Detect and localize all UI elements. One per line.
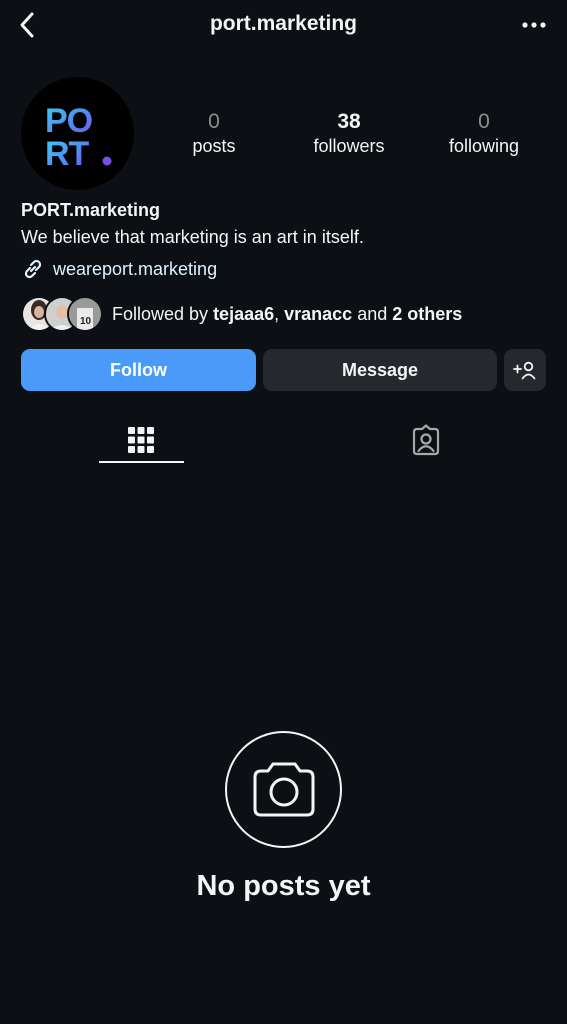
followers-count: 38 <box>337 110 361 133</box>
display-name: PORT.marketing <box>21 200 161 220</box>
svg-text:10: 10 <box>80 316 92 327</box>
mutual-follower-2: vranacc <box>284 303 353 324</box>
tagged-user-icon <box>412 424 440 456</box>
website-link[interactable]: weareport.marketing <box>21 256 217 282</box>
add-user-icon <box>513 361 536 380</box>
follow-button[interactable]: Follow <box>21 349 256 391</box>
svg-text:RT: RT <box>45 135 90 173</box>
website-link-text: weareport.marketing <box>53 258 218 279</box>
port-logo: PO RT <box>45 102 112 173</box>
tab-tagged[interactable] <box>384 420 468 460</box>
empty-state-camera <box>225 731 342 848</box>
mutual-others: 2 others <box>392 303 463 324</box>
suggested-users-button[interactable] <box>504 349 546 391</box>
profile-avatar[interactable]: PO RT <box>21 77 134 190</box>
followed-by-text: Followed by tejaaa6, vranacc and 2 other… <box>112 303 463 324</box>
profile-username-title: port.marketing <box>209 12 358 35</box>
top-bar: port.marketing <box>0 0 567 50</box>
mutual-follower-1: tejaaa6 <box>213 303 275 324</box>
link-icon <box>24 259 42 279</box>
active-tab-indicator <box>99 461 184 463</box>
posts-label: posts <box>192 136 236 156</box>
posts-count: 0 <box>208 110 220 133</box>
stat-followers[interactable]: 38 followers <box>294 110 404 158</box>
grid-icon <box>128 427 154 453</box>
followers-label: followers <box>313 136 385 156</box>
more-horizontal-icon <box>522 22 546 28</box>
empty-state-text: No posts yet <box>196 870 371 902</box>
follower-avatar: 10 <box>67 296 103 332</box>
message-button[interactable]: Message <box>263 349 497 391</box>
tab-posts-grid[interactable] <box>99 420 183 460</box>
following-label: following <box>448 136 520 156</box>
more-options-button[interactable] <box>519 12 549 38</box>
followed-by-row[interactable]: 10 Followed by tejaaa6, vranacc and 2 ot… <box>21 296 462 332</box>
bio-text: We believe that marketing is an art in i… <box>21 227 364 247</box>
stat-following: 0 following <box>429 110 539 158</box>
camera-icon <box>253 762 314 816</box>
following-count: 0 <box>478 110 490 133</box>
stat-posts: 0 posts <box>159 110 269 158</box>
